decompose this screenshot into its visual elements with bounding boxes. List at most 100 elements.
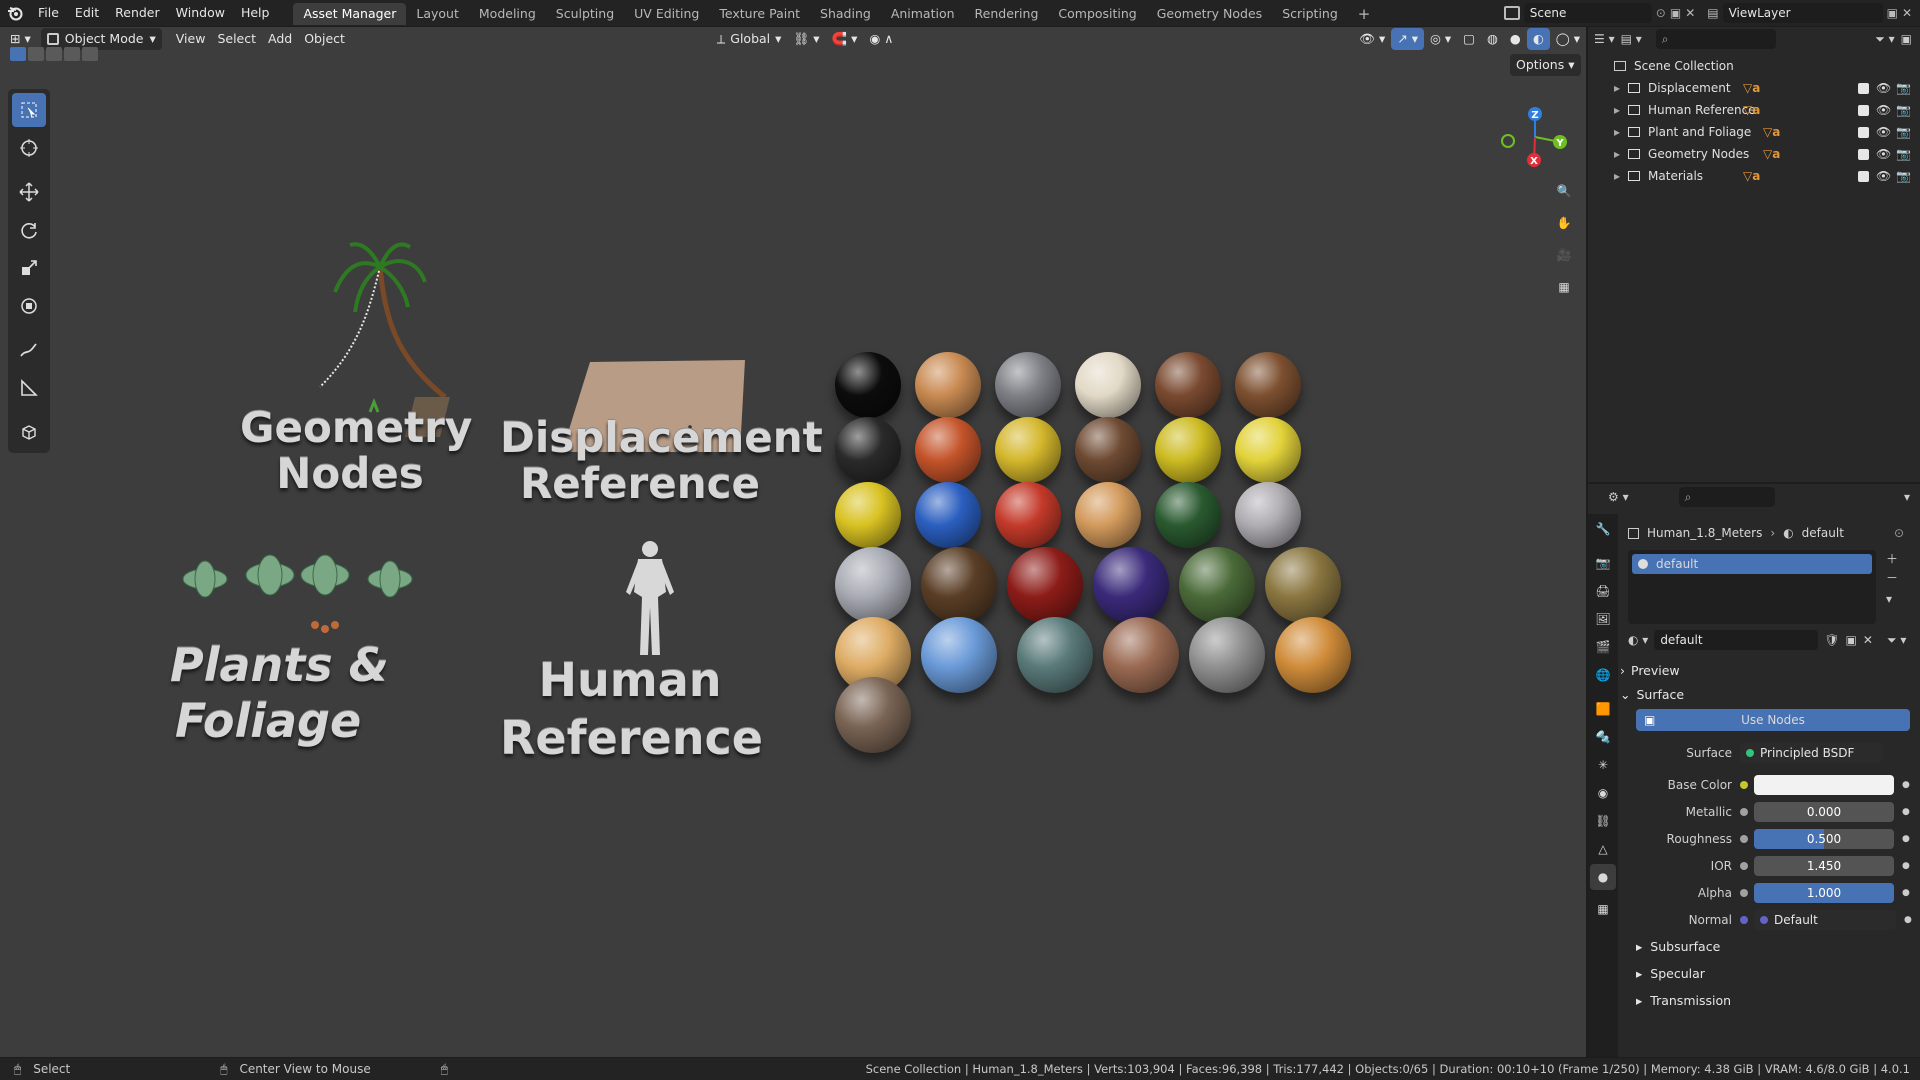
tab-compositing[interactable]: Compositing — [1048, 3, 1146, 25]
overlay-toggle[interactable]: ◎ ▾ — [1424, 28, 1457, 50]
solid-shading-button[interactable]: ● — [1504, 28, 1527, 50]
menu-view[interactable]: View — [170, 28, 212, 50]
material-slot-default[interactable]: default — [1632, 554, 1872, 574]
add-workspace-button[interactable]: + — [1348, 3, 1381, 25]
surface-panel-header[interactable]: ⌄ Surface — [1620, 682, 1916, 706]
rendered-shading-button[interactable]: ◯ ▾ — [1550, 28, 1586, 50]
eye-icon[interactable]: 👁 — [1876, 103, 1891, 117]
subpanel-header[interactable]: ▸ Transmission — [1636, 988, 1920, 1012]
new-collection-icon[interactable]: ▣ — [1901, 32, 1912, 46]
menu-window[interactable]: Window — [168, 0, 233, 26]
modifier-tab-icon[interactable]: 🔩 — [1590, 724, 1616, 750]
tab-uv-editing[interactable]: UV Editing — [624, 3, 709, 25]
material-sphere[interactable] — [835, 417, 901, 483]
display-mode-icon[interactable]: ▤ ▾ — [1621, 32, 1642, 46]
chevron-down-icon[interactable]: ▾ — [1904, 490, 1910, 504]
tab-scripting[interactable]: Scripting — [1272, 3, 1348, 25]
select-new-icon[interactable] — [10, 47, 26, 61]
link-mode-icon[interactable]: ⏷ ▾ — [1887, 633, 1906, 648]
transform-tool[interactable] — [12, 289, 46, 323]
tab-texture-paint[interactable]: Texture Paint — [709, 3, 810, 25]
include-checkbox[interactable] — [1858, 170, 1869, 182]
shader-input-slider[interactable]: 1.000 — [1754, 883, 1894, 903]
material-sphere[interactable] — [1075, 352, 1141, 418]
select-invert-icon[interactable] — [64, 47, 80, 61]
keyframe-dot-icon[interactable]: ● — [1902, 807, 1910, 817]
tab-modeling[interactable]: Modeling — [469, 3, 546, 25]
move-tool[interactable] — [12, 175, 46, 209]
keyframe-dot-icon[interactable]: ● — [1902, 834, 1910, 844]
expand-arrow-icon[interactable]: ▸ — [1614, 125, 1620, 139]
tab-sculpting[interactable]: Sculpting — [546, 3, 624, 25]
eye-icon[interactable]: 👁 — [1876, 147, 1891, 161]
eye-icon[interactable]: 👁 — [1876, 169, 1891, 183]
outliner-search-input[interactable]: ⌕ — [1655, 29, 1776, 49]
scene-selector[interactable]: Scene ⊙ ▣ ✕ — [1503, 3, 1695, 23]
gizmo-toggle[interactable]: ↗ ▾ — [1391, 28, 1425, 50]
properties-search-input[interactable]: ⌕ — [1678, 487, 1775, 507]
particles-tab-icon[interactable]: ✳ — [1590, 752, 1616, 778]
camera-view-icon[interactable]: 🎥 — [1550, 241, 1578, 269]
proportional-edit-toggle[interactable]: ◉ ∧ — [863, 28, 899, 50]
material-sphere[interactable] — [1235, 482, 1301, 548]
pin-icon[interactable]: ⊙ — [1894, 526, 1904, 540]
browse-material-icon[interactable]: ◐ ▾ — [1628, 633, 1648, 647]
view-layer-field[interactable]: ViewLayer — [1722, 3, 1883, 23]
tab-asset-manager[interactable]: Asset Manager — [293, 3, 407, 25]
texture-tab-icon[interactable]: ▦ — [1590, 896, 1616, 922]
camera-render-icon[interactable]: 📷 — [1896, 169, 1911, 183]
material-sphere[interactable] — [995, 482, 1061, 548]
outliner-editor-icon[interactable]: ☰ ▾ — [1594, 32, 1615, 46]
material-tab-icon[interactable]: ● — [1590, 864, 1616, 890]
unlink-material-icon[interactable]: ✕ — [1863, 633, 1873, 647]
scene-name-field[interactable]: Scene — [1523, 3, 1652, 23]
human-reference-model[interactable] — [600, 537, 700, 657]
scale-tool[interactable] — [12, 251, 46, 285]
select-subtract-icon[interactable] — [46, 47, 62, 61]
material-sphere[interactable] — [915, 417, 981, 483]
surface-shader-field[interactable]: Principled BSDF — [1740, 743, 1882, 763]
3d-viewport[interactable]: ⊞ ▾ Object Mode ▾ View Select Add Object… — [0, 27, 1586, 1057]
filter-icon[interactable]: ⏷ ▾ — [1875, 32, 1894, 47]
menu-add[interactable]: Add — [262, 28, 298, 50]
material-sphere[interactable] — [915, 352, 981, 418]
remove-slot-icon[interactable]: － — [1886, 569, 1898, 586]
pan-hand-icon[interactable]: ✋ — [1550, 209, 1578, 237]
keyframe-dot-icon[interactable]: ● — [1902, 780, 1910, 790]
preview-panel-header[interactable]: › Preview — [1620, 658, 1916, 682]
shader-input-slider[interactable]: 0.000 — [1754, 802, 1894, 822]
material-sphere[interactable] — [1265, 547, 1341, 623]
transform-orientation-dropdown[interactable]: ⟂ Global ▾ — [711, 28, 788, 50]
menu-object[interactable]: Object — [298, 28, 351, 50]
camera-render-icon[interactable]: 📷 — [1896, 81, 1911, 95]
material-sphere[interactable] — [995, 352, 1061, 418]
include-checkbox[interactable] — [1858, 104, 1869, 116]
rotate-tool[interactable] — [12, 213, 46, 247]
material-sphere[interactable] — [1007, 547, 1083, 623]
options-button[interactable]: Options ▾ — [1510, 54, 1581, 76]
material-sphere[interactable] — [1093, 547, 1169, 623]
close-scene-icon[interactable]: ✕ — [1685, 6, 1695, 20]
xray-toggle[interactable]: ▢ — [1457, 28, 1481, 50]
material-sphere[interactable] — [835, 547, 911, 623]
cursor-tool[interactable] — [12, 131, 46, 165]
normal-field[interactable]: Default — [1754, 910, 1896, 930]
include-checkbox[interactable] — [1858, 82, 1869, 94]
constraints-tab-icon[interactable]: ⛓ — [1590, 808, 1616, 834]
camera-render-icon[interactable]: 📷 — [1896, 125, 1911, 139]
plants-model[interactable] — [175, 537, 425, 637]
render-tab-icon[interactable]: 📷 — [1590, 550, 1616, 576]
outliner-collection-row[interactable]: ▸ Geometry Nodes ▽a 👁 📷 — [1588, 143, 1920, 165]
select-box-tool[interactable] — [12, 93, 46, 127]
material-sphere[interactable] — [1017, 617, 1093, 693]
new-view-layer-icon[interactable]: ▣ — [1887, 6, 1898, 20]
properties-editor-icon[interactable]: ⚙ ▾ — [1608, 490, 1629, 504]
zoom-icon[interactable]: 🔍 — [1550, 177, 1578, 205]
blender-logo-icon[interactable] — [0, 0, 30, 26]
include-checkbox[interactable] — [1858, 126, 1869, 138]
material-name-field[interactable]: default — [1654, 630, 1819, 650]
keyframe-dot-icon[interactable]: ● — [1902, 861, 1910, 871]
include-checkbox[interactable] — [1858, 148, 1869, 160]
scene-tab-icon[interactable]: 🎬 — [1590, 634, 1616, 660]
menu-file[interactable]: File — [30, 0, 67, 26]
